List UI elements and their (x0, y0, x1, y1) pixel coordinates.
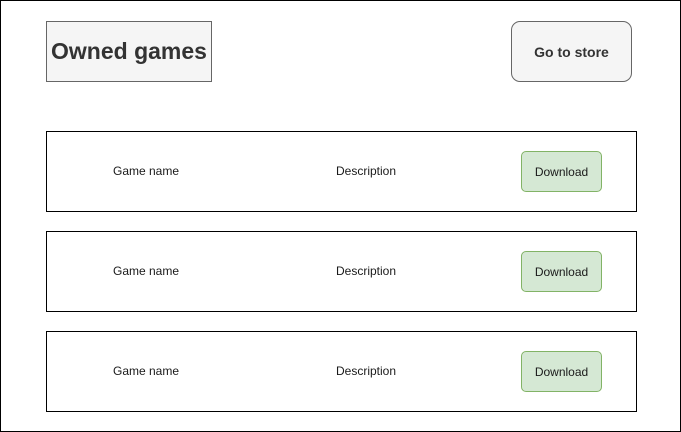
download-button[interactable]: Download (521, 151, 602, 192)
game-description: Description (336, 264, 397, 278)
page-frame: Owned games Go to store Game name Descri… (0, 0, 681, 432)
download-button[interactable]: Download (521, 251, 602, 292)
game-name: Game name (113, 164, 180, 178)
game-description: Description (336, 364, 397, 378)
download-button[interactable]: Download (521, 351, 602, 392)
game-row: Game name Description Download (46, 231, 637, 312)
game-description: Description (336, 164, 397, 178)
game-row: Game name Description Download (46, 131, 637, 212)
game-name: Game name (113, 264, 180, 278)
game-row: Game name Description Download (46, 331, 637, 412)
page-title: Owned games (46, 21, 212, 82)
game-name: Game name (113, 364, 180, 378)
go-to-store-button[interactable]: Go to store (511, 21, 632, 82)
